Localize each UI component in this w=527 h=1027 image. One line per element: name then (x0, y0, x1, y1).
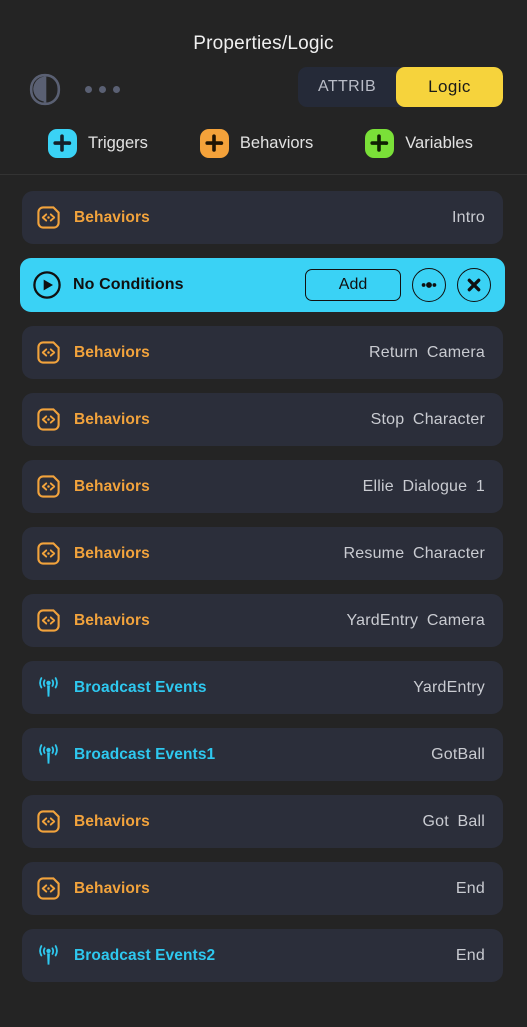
row-value: Got Ball (422, 812, 485, 830)
dot-1 (85, 86, 92, 93)
sidebar-item-behaviors[interactable]: Behaviors (199, 128, 314, 158)
tab-label-behaviors: Behaviors (239, 133, 314, 152)
add-variable-icon[interactable] (365, 128, 395, 158)
row-value: YardEntry (413, 678, 485, 696)
more-dots-icon[interactable] (85, 86, 120, 93)
tab-label-variables: Variables (405, 133, 473, 152)
add-button[interactable]: Add (305, 269, 401, 301)
row-value: GotBall (431, 745, 485, 763)
row-value: End (455, 946, 485, 964)
properties-logic-panel: Properties/Logic ATTRIB Logic Triggers B… (0, 0, 527, 982)
logic-row-list: Behaviors Intro No Conditions Add Behavi… (0, 175, 527, 982)
row-label: Behaviors (74, 611, 150, 629)
row-value: Intro (451, 208, 485, 226)
row-value: YardEntry Camera (346, 611, 485, 629)
add-behavior-icon[interactable] (199, 128, 229, 158)
row-label: Broadcast Events (74, 678, 207, 696)
row-label: Broadcast Events2 (74, 946, 216, 964)
behavior-code-icon (35, 808, 62, 835)
close-circle-icon[interactable] (457, 268, 491, 302)
sidebar-item-triggers[interactable]: Triggers (48, 128, 148, 158)
page-title: Properties/Logic (193, 33, 334, 54)
behavior-code-icon (35, 339, 62, 366)
table-row[interactable]: Behaviors Resume Character (22, 527, 503, 580)
tab-label-triggers: Triggers (88, 133, 148, 152)
table-row[interactable]: Behaviors Ellie Dialogue 1 (22, 460, 503, 513)
play-circle-icon[interactable] (32, 270, 62, 300)
row-value: Return Camera (369, 343, 485, 361)
behavior-code-icon (35, 540, 62, 567)
panel-split-icon[interactable] (29, 73, 61, 106)
row-label: Behaviors (74, 410, 150, 428)
dot-2 (99, 86, 106, 93)
row-label: Behaviors (74, 879, 150, 897)
row-label: Behaviors (74, 208, 150, 226)
category-tabs: Triggers Behaviors Variables (0, 121, 527, 165)
more-circle-icon[interactable] (412, 268, 446, 302)
table-row[interactable]: Broadcast Events YardEntry (22, 661, 503, 714)
row-value: Stop Character (370, 410, 485, 428)
panel-toolbar: ATTRIB Logic (0, 67, 527, 113)
row-label: No Conditions (73, 276, 184, 293)
table-row[interactable]: Behaviors Got Ball (22, 795, 503, 848)
tab-logic[interactable]: Logic (396, 67, 503, 107)
no-conditions-row[interactable]: No Conditions Add (20, 258, 505, 312)
row-label: Behaviors (74, 812, 150, 830)
row-label: Broadcast Events1 (74, 745, 216, 763)
row-label: Behaviors (74, 343, 150, 361)
attrib-logic-segmented-control[interactable]: ATTRIB Logic (298, 67, 503, 107)
tab-attrib[interactable]: ATTRIB (298, 67, 396, 107)
table-row[interactable]: Broadcast Events1 GotBall (22, 728, 503, 781)
behavior-code-icon (35, 473, 62, 500)
broadcast-antenna-icon (35, 942, 62, 969)
table-row[interactable]: Behaviors End (22, 862, 503, 915)
broadcast-antenna-icon (35, 674, 62, 701)
dot-3 (113, 86, 120, 93)
behavior-code-icon (35, 875, 62, 902)
behavior-code-icon (35, 406, 62, 433)
behavior-code-icon (35, 607, 62, 634)
add-trigger-icon[interactable] (48, 128, 77, 158)
row-label: Behaviors (74, 477, 150, 495)
row-value: Ellie Dialogue 1 (362, 477, 485, 495)
table-row[interactable]: Behaviors Return Camera (22, 326, 503, 379)
behavior-code-icon (35, 204, 62, 231)
table-row[interactable]: Broadcast Events2 End (22, 929, 503, 982)
table-row[interactable]: Behaviors Stop Character (22, 393, 503, 446)
row-label: Behaviors (74, 544, 150, 562)
table-row[interactable]: Behaviors YardEntry Camera (22, 594, 503, 647)
row-value: Resume Character (343, 544, 485, 562)
table-row[interactable]: Behaviors Intro (22, 191, 503, 244)
row-value: End (455, 879, 485, 897)
sidebar-item-variables[interactable]: Variables (365, 128, 473, 158)
broadcast-antenna-icon (35, 741, 62, 768)
